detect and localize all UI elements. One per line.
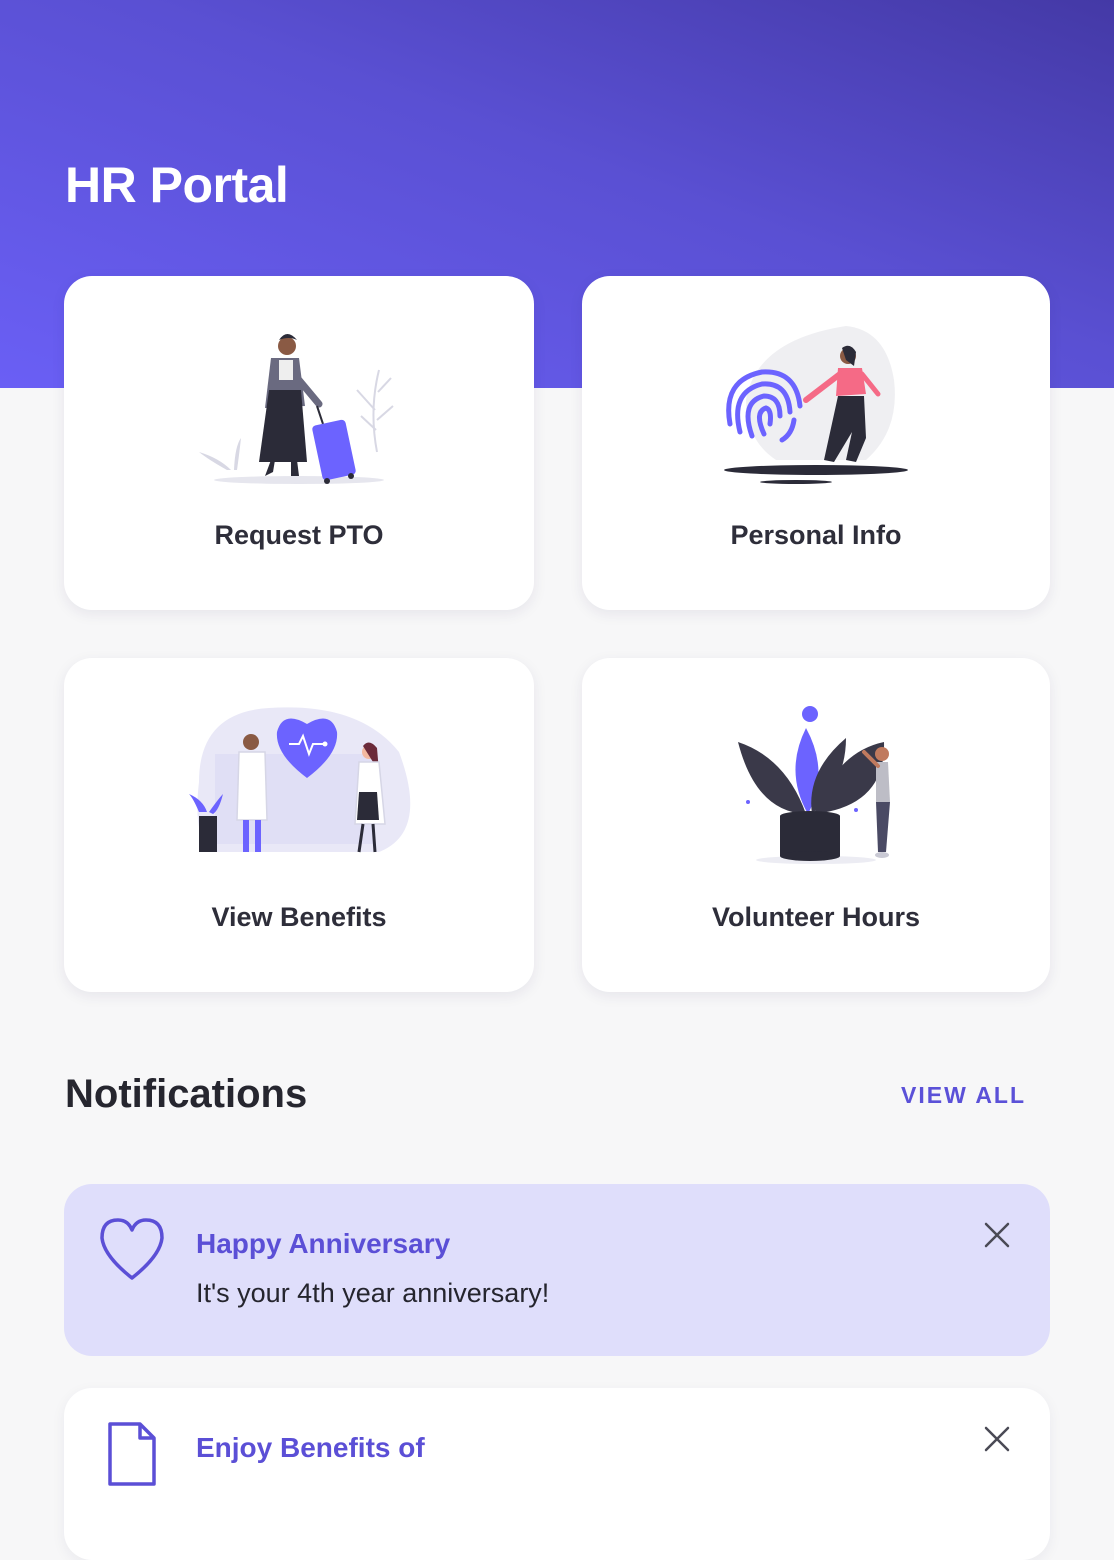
notification-title: Happy Anniversary [196,1228,451,1259]
notifications-heading: Notifications [65,1072,308,1116]
fingerprint-illustration [724,326,908,484]
request-pto-label: Request PTO [214,520,384,550]
view-all-link[interactable]: VIEW ALL [901,1082,1026,1109]
volunteer-hours-label: Volunteer Hours [711,902,921,932]
personal-info-tile[interactable]: Personal Info [582,276,1050,610]
notification-body: It's your 4th year anniversary! [196,1278,550,1308]
page-title: HR Portal [65,157,289,213]
notification-card[interactable]: Happy Anniversary It's your 4th year ann… [64,1184,1050,1356]
heart-icon [100,1218,164,1280]
close-icon[interactable] [982,1220,1012,1250]
volunteer-hours-tile[interactable]: Volunteer Hours [582,658,1050,992]
request-pto-tile[interactable]: Request PTO [64,276,534,610]
traveler-with-suitcase-illustration [199,334,394,484]
plant-pot-illustration [738,706,890,864]
personal-info-label: Personal Info [730,520,902,550]
close-icon[interactable] [982,1424,1012,1454]
view-benefits-label: View Benefits [211,902,387,932]
doctors-heart-illustration [189,707,411,853]
document-icon [108,1422,156,1486]
notification-title: Enjoy Benefits of [196,1432,425,1463]
notification-card[interactable]: Enjoy Benefits of [64,1388,1050,1560]
view-benefits-tile[interactable]: View Benefits [64,658,534,992]
